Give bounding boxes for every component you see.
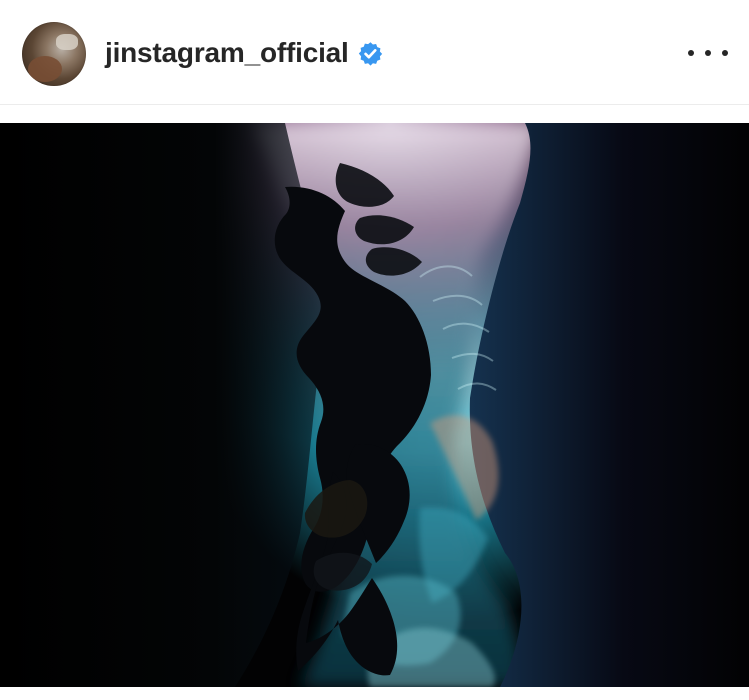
more-options-icon [688, 50, 694, 56]
bottom-white-space [0, 687, 749, 700]
post-header: jinstagram_official [0, 0, 749, 105]
avatar[interactable] [22, 22, 86, 86]
more-options-icon-dot [722, 50, 728, 56]
more-options-icon-dot [705, 50, 711, 56]
verified-badge-icon [358, 41, 383, 66]
username-link[interactable]: jinstagram_official [105, 37, 349, 69]
username-group: jinstagram_official [105, 34, 383, 72]
post-photo[interactable] [0, 123, 749, 687]
underwater-cave-image [0, 123, 749, 687]
instagram-post: jinstagram_official [0, 0, 749, 700]
more-options-button[interactable] [688, 40, 728, 66]
